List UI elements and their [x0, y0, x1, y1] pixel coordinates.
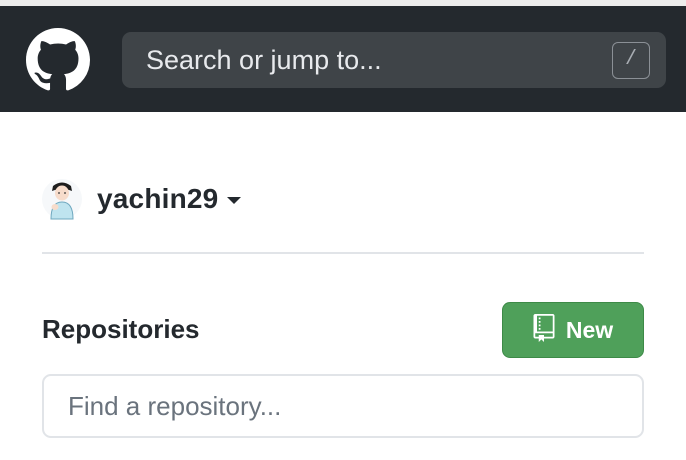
- global-search: /: [122, 32, 666, 88]
- caret-down-icon: [227, 197, 242, 204]
- search-input[interactable]: [122, 32, 592, 88]
- repo-icon: [533, 313, 555, 347]
- find-repository-input[interactable]: [44, 376, 642, 436]
- new-button-label: New: [565, 316, 614, 343]
- github-logo-icon[interactable]: [26, 28, 90, 92]
- repositories-heading: Repositories: [42, 314, 200, 344]
- new-repository-button[interactable]: New: [502, 302, 644, 358]
- user-avatar: [42, 178, 82, 220]
- username-label: yachin29: [97, 183, 219, 214]
- keyboard-shortcut-hint: /: [612, 42, 650, 79]
- context-switcher[interactable]: yachin29: [42, 178, 242, 220]
- find-repository-field: [42, 374, 644, 438]
- header-bar: /: [0, 6, 686, 112]
- section-divider: [42, 252, 644, 254]
